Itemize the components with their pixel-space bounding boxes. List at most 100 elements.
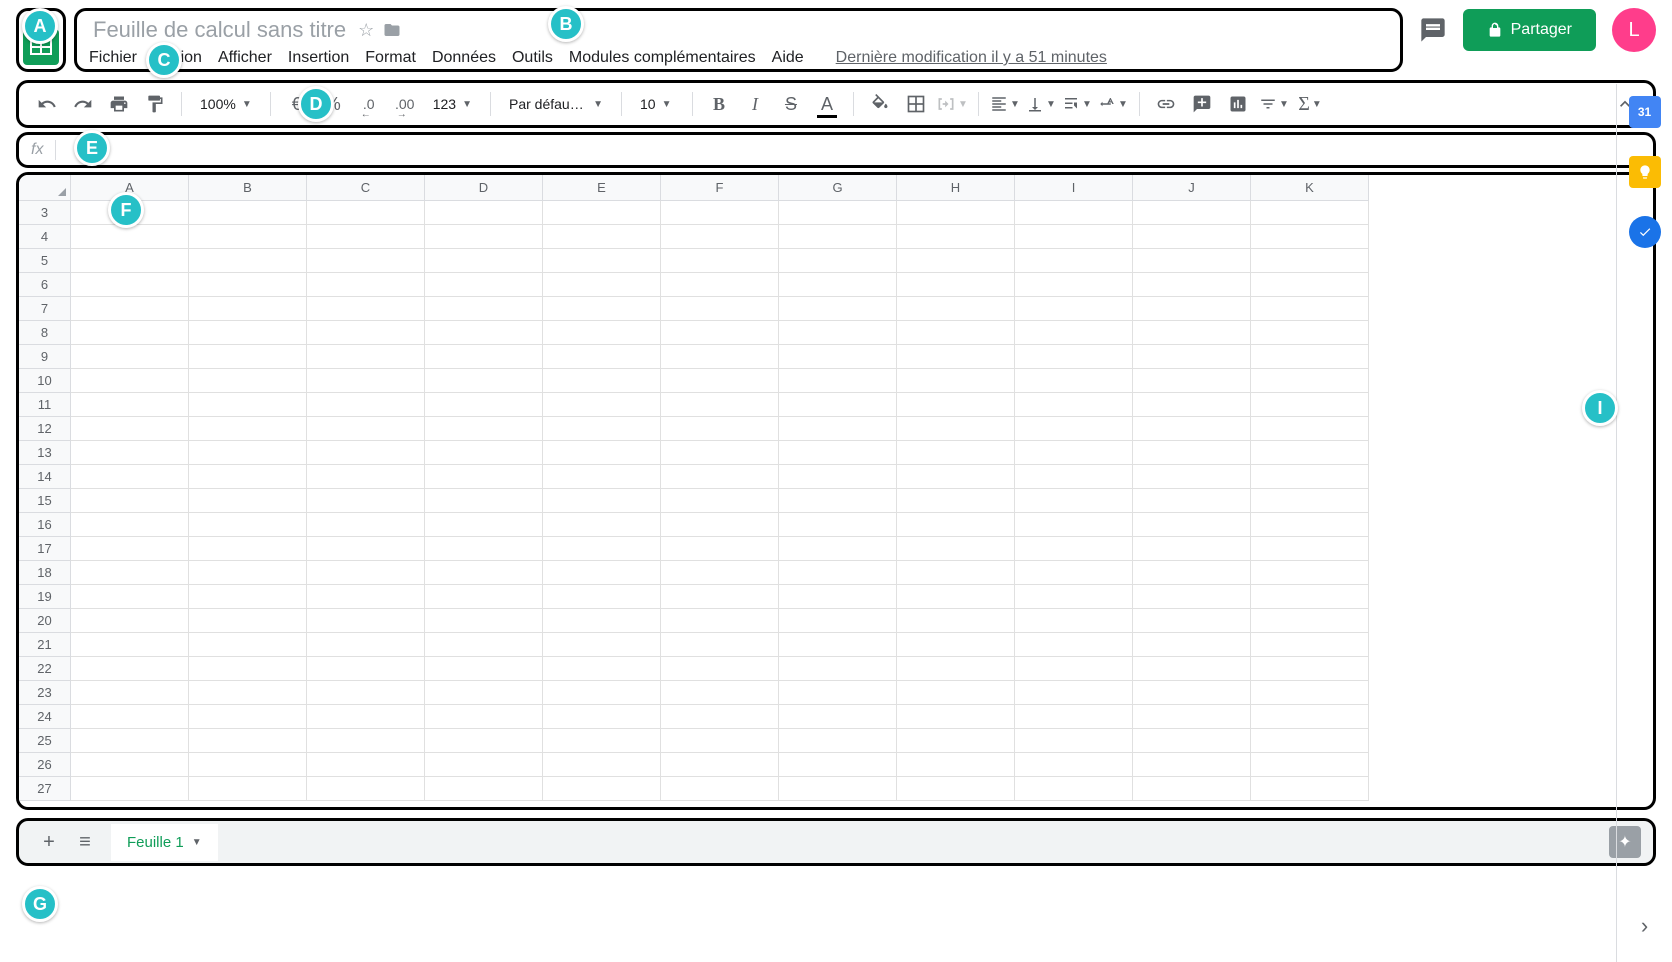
cell-A13[interactable] (71, 441, 189, 465)
cell-F7[interactable] (661, 297, 779, 321)
cell-A24[interactable] (71, 705, 189, 729)
cell-G12[interactable] (779, 417, 897, 441)
cell-I9[interactable] (1015, 345, 1133, 369)
cell-F18[interactable] (661, 561, 779, 585)
zoom-select[interactable]: 100%▼ (192, 92, 260, 116)
cell-D9[interactable] (425, 345, 543, 369)
cell-H8[interactable] (897, 321, 1015, 345)
last-modified-link[interactable]: Dernière modification il y a 51 minutes (836, 49, 1107, 67)
cell-C3[interactable] (307, 201, 425, 225)
cell-F25[interactable] (661, 729, 779, 753)
cell-F16[interactable] (661, 513, 779, 537)
horizontal-align-button[interactable]: ▼ (989, 88, 1021, 120)
cell-J9[interactable] (1133, 345, 1251, 369)
column-header-G[interactable]: G (779, 175, 897, 201)
column-header-J[interactable]: J (1133, 175, 1251, 201)
row-header-16[interactable]: 16 (19, 513, 71, 537)
cell-K19[interactable] (1251, 585, 1369, 609)
cell-B3[interactable] (189, 201, 307, 225)
borders-button[interactable] (900, 88, 932, 120)
cell-E20[interactable] (543, 609, 661, 633)
bold-button[interactable]: B (703, 88, 735, 120)
cell-H22[interactable] (897, 657, 1015, 681)
increase-decimal-button[interactable]: .00→ (389, 88, 421, 120)
cell-G23[interactable] (779, 681, 897, 705)
cell-K15[interactable] (1251, 489, 1369, 513)
cell-A16[interactable] (71, 513, 189, 537)
cell-C19[interactable] (307, 585, 425, 609)
cell-F13[interactable] (661, 441, 779, 465)
cell-K8[interactable] (1251, 321, 1369, 345)
cell-I7[interactable] (1015, 297, 1133, 321)
row-header-15[interactable]: 15 (19, 489, 71, 513)
redo-button[interactable] (67, 88, 99, 120)
cell-I16[interactable] (1015, 513, 1133, 537)
cell-K26[interactable] (1251, 753, 1369, 777)
cell-H26[interactable] (897, 753, 1015, 777)
cell-J3[interactable] (1133, 201, 1251, 225)
row-header-11[interactable]: 11 (19, 393, 71, 417)
cell-B5[interactable] (189, 249, 307, 273)
cell-E24[interactable] (543, 705, 661, 729)
row-header-7[interactable]: 7 (19, 297, 71, 321)
row-header-9[interactable]: 9 (19, 345, 71, 369)
cell-E16[interactable] (543, 513, 661, 537)
cell-F20[interactable] (661, 609, 779, 633)
cell-A22[interactable] (71, 657, 189, 681)
side-panel-toggle-icon[interactable]: › (1629, 910, 1661, 942)
cell-A26[interactable] (71, 753, 189, 777)
cell-K21[interactable] (1251, 633, 1369, 657)
cell-A10[interactable] (71, 369, 189, 393)
cell-C16[interactable] (307, 513, 425, 537)
cell-B23[interactable] (189, 681, 307, 705)
cell-E19[interactable] (543, 585, 661, 609)
cell-I18[interactable] (1015, 561, 1133, 585)
cell-I26[interactable] (1015, 753, 1133, 777)
cell-C11[interactable] (307, 393, 425, 417)
cell-G13[interactable] (779, 441, 897, 465)
menu-insert[interactable]: Insertion (288, 49, 349, 67)
menu-format[interactable]: Format (365, 49, 416, 67)
cell-H18[interactable] (897, 561, 1015, 585)
cell-E27[interactable] (543, 777, 661, 801)
cell-F21[interactable] (661, 633, 779, 657)
cell-F3[interactable] (661, 201, 779, 225)
filter-button[interactable]: ▼ (1258, 88, 1290, 120)
row-header-3[interactable]: 3 (19, 201, 71, 225)
cell-J10[interactable] (1133, 369, 1251, 393)
cell-K22[interactable] (1251, 657, 1369, 681)
cell-G16[interactable] (779, 513, 897, 537)
cell-B25[interactable] (189, 729, 307, 753)
cell-A19[interactable] (71, 585, 189, 609)
cell-K24[interactable] (1251, 705, 1369, 729)
cell-B21[interactable] (189, 633, 307, 657)
cell-E4[interactable] (543, 225, 661, 249)
functions-button[interactable]: Σ▼ (1294, 88, 1326, 120)
cell-E7[interactable] (543, 297, 661, 321)
cell-H15[interactable] (897, 489, 1015, 513)
number-format-select[interactable]: 123▼ (425, 92, 480, 116)
cell-K3[interactable] (1251, 201, 1369, 225)
cell-H3[interactable] (897, 201, 1015, 225)
cell-B22[interactable] (189, 657, 307, 681)
cell-C22[interactable] (307, 657, 425, 681)
cell-F8[interactable] (661, 321, 779, 345)
cell-C24[interactable] (307, 705, 425, 729)
cell-J21[interactable] (1133, 633, 1251, 657)
cell-D19[interactable] (425, 585, 543, 609)
cell-A15[interactable] (71, 489, 189, 513)
cell-J17[interactable] (1133, 537, 1251, 561)
cell-H13[interactable] (897, 441, 1015, 465)
cell-G14[interactable] (779, 465, 897, 489)
cell-G4[interactable] (779, 225, 897, 249)
cell-F6[interactable] (661, 273, 779, 297)
insert-chart-button[interactable] (1222, 88, 1254, 120)
cell-I25[interactable] (1015, 729, 1133, 753)
column-header-K[interactable]: K (1251, 175, 1369, 201)
cell-D25[interactable] (425, 729, 543, 753)
cell-B12[interactable] (189, 417, 307, 441)
cell-D13[interactable] (425, 441, 543, 465)
cell-E13[interactable] (543, 441, 661, 465)
cell-H25[interactable] (897, 729, 1015, 753)
cell-D16[interactable] (425, 513, 543, 537)
